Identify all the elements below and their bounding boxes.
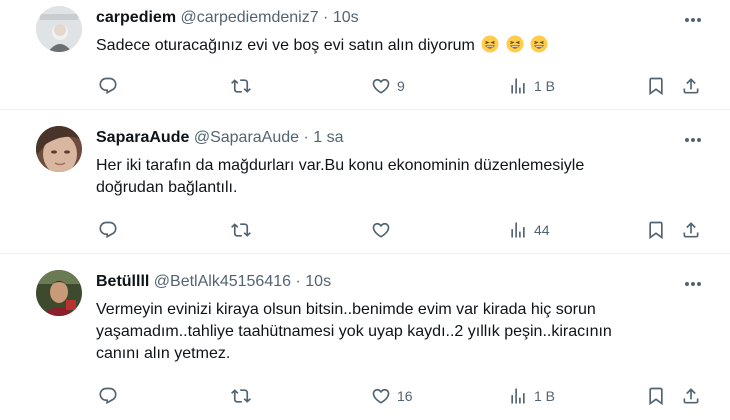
share-button[interactable] (681, 386, 701, 406)
tweet-text: Sadece oturacağınız evi ve boş evi satın… (96, 35, 696, 57)
retweet-icon (231, 223, 251, 237)
retweet-button[interactable] (231, 386, 251, 406)
tweet-text-line: Vermeyin evinizi kiraya olsun bitsin..be… (96, 301, 596, 318)
share-icon (683, 222, 699, 238)
tweet-2[interactable]: SaparaAude @SaparaAude · 1 sa Her iki ta… (0, 110, 730, 252)
reply-icon (99, 77, 117, 95)
bookmark-icon (649, 387, 663, 406)
reply-button[interactable] (98, 76, 118, 96)
grinning-squinting-face-icon (530, 35, 548, 53)
like-button[interactable]: 9 (371, 76, 405, 96)
reply-button[interactable] (98, 220, 118, 240)
views-icon (511, 222, 525, 238)
bookmark-button[interactable] (646, 220, 666, 240)
bookmark-button[interactable] (646, 76, 666, 96)
views-button[interactable]: 44 (508, 220, 550, 240)
views-button[interactable]: 1 B (508, 386, 555, 406)
avatar[interactable] (36, 6, 82, 52)
like-icon (372, 78, 390, 94)
views-button[interactable]: 1 B (508, 76, 555, 96)
share-button[interactable] (681, 220, 701, 240)
display-name[interactable]: Betüllll (96, 273, 149, 290)
grinning-squinting-face-icon (506, 35, 524, 53)
more-icon[interactable] (682, 130, 704, 150)
avatar[interactable] (36, 126, 82, 172)
reply-icon (99, 221, 117, 239)
display-name[interactable]: SaparaAude (96, 129, 189, 146)
share-icon (683, 388, 699, 404)
reply-icon (99, 387, 117, 405)
views-count: 1 B (534, 388, 556, 404)
separator-dot: · (303, 129, 309, 146)
tweet-text-line: canını alın yetmez. (96, 345, 231, 362)
like-count: 16 (397, 388, 413, 404)
user-handle[interactable]: @carpediemdeniz7 (181, 9, 319, 26)
tweet-text-line: Her iki tarafın da mağdurları var.Bu kon… (96, 157, 585, 174)
share-button[interactable] (681, 76, 701, 96)
tweet-text-line: doğrudan bağlantılı. (96, 179, 238, 196)
bookmark-button[interactable] (646, 386, 666, 406)
views-icon (511, 388, 525, 404)
display-name[interactable]: carpediem (96, 9, 176, 26)
bookmark-icon (649, 221, 663, 240)
reply-button[interactable] (98, 386, 118, 406)
like-button[interactable] (371, 220, 391, 240)
views-count: 1 B (534, 78, 556, 94)
tweet-header: Betüllll @BetlAlk45156416 · 10s (96, 272, 331, 292)
tweet-text: Her iki tarafın da mağdurları var.Bu kon… (96, 155, 696, 199)
avatar[interactable] (36, 270, 82, 316)
views-icon (511, 78, 525, 94)
views-count: 44 (534, 222, 550, 238)
tweet-3[interactable]: Betüllll @BetlAlk45156416 · 10s Vermeyin… (0, 254, 730, 420)
user-handle[interactable]: @BetlAlk45156416 (154, 273, 291, 290)
tweet-header: carpediem @carpediemdeniz7 · 10s (96, 8, 359, 28)
like-count: 9 (397, 78, 405, 94)
retweet-button[interactable] (231, 220, 251, 240)
share-icon (683, 78, 699, 94)
more-icon[interactable] (682, 10, 704, 30)
more-icon[interactable] (682, 274, 704, 294)
grinning-squinting-face-icon (481, 35, 499, 53)
tweet-text: Vermeyin evinizi kiraya olsun bitsin..be… (96, 299, 716, 365)
separator-dot: · (295, 273, 301, 290)
timestamp[interactable]: 10s (333, 9, 359, 26)
retweet-icon (231, 389, 251, 403)
tweet-text-content: Sadece oturacağınız evi ve boş evi satın… (96, 37, 475, 54)
retweet-button[interactable] (231, 76, 251, 96)
tweet-header: SaparaAude @SaparaAude · 1 sa (96, 128, 344, 148)
bookmark-icon (649, 77, 663, 96)
like-button[interactable]: 16 (371, 386, 413, 406)
like-icon (372, 388, 390, 404)
tweet-1[interactable]: carpediem @carpediemdeniz7 · 10s Sadece … (0, 0, 730, 108)
retweet-icon (231, 79, 251, 93)
tweet-text-line: yaşamadım..tahliye taahütnamesi yok uyap… (96, 323, 612, 340)
separator-dot: · (323, 9, 329, 26)
timestamp[interactable]: 10s (305, 273, 331, 290)
like-icon (372, 222, 390, 238)
user-handle[interactable]: @SaparaAude (194, 129, 299, 146)
timestamp[interactable]: 1 sa (313, 129, 343, 146)
